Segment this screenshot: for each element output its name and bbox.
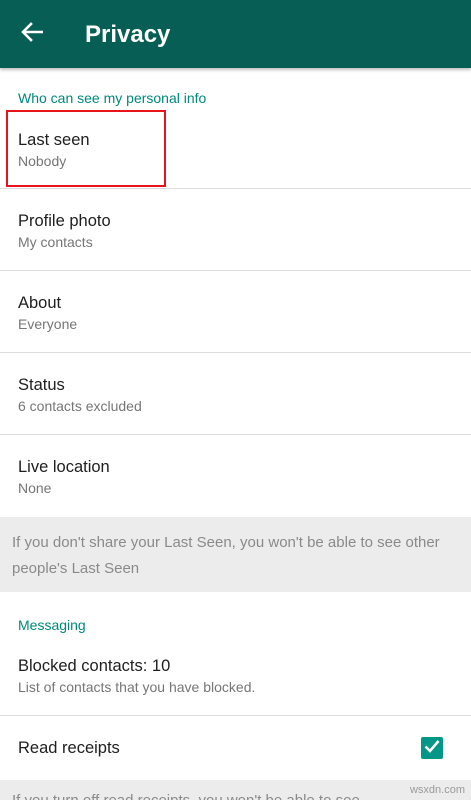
setting-label: Status — [18, 376, 65, 394]
last-seen-info-note: If you don't share your Last Seen, you w… — [0, 517, 471, 592]
arrow-left-icon — [21, 21, 44, 47]
section-header-personal-info: Who can see my personal info — [18, 90, 207, 106]
setting-label: Live location — [18, 458, 110, 476]
setting-label: Profile photo — [18, 212, 111, 230]
setting-label: Read receipts — [18, 739, 120, 757]
checkmark-icon — [424, 739, 440, 758]
setting-value: None — [18, 480, 52, 496]
setting-label: Blocked contacts: 10 — [18, 657, 171, 675]
watermark: wsxdn.com — [409, 784, 465, 796]
back-button[interactable] — [12, 14, 52, 54]
setting-status[interactable]: Status 6 contacts excluded — [0, 353, 471, 434]
setting-value: Everyone — [18, 316, 78, 332]
page-title: Privacy — [85, 21, 171, 48]
info-note-text: If you don't share your Last Seen, you w… — [12, 534, 440, 577]
setting-blocked-contacts[interactable]: Blocked contacts: 10 List of contacts th… — [0, 636, 471, 715]
setting-read-receipts[interactable]: Read receipts — [0, 716, 471, 780]
setting-live-location[interactable]: Live location None — [0, 435, 471, 517]
setting-about[interactable]: About Everyone — [0, 271, 471, 352]
setting-label: About — [18, 294, 62, 312]
section-header-messaging: Messaging — [18, 617, 86, 633]
setting-value: 6 contacts excluded — [18, 398, 142, 414]
read-receipts-note-text: If you turn off read receipts, you won't… — [12, 791, 360, 800]
app-bar: Privacy — [0, 0, 471, 68]
setting-value: My contacts — [18, 234, 93, 250]
setting-profile-photo[interactable]: Profile photo My contacts — [0, 189, 471, 270]
read-receipts-note: If you turn off read receipts, you won't… — [0, 780, 471, 800]
setting-description: List of contacts that you have blocked. — [18, 679, 256, 695]
highlight-box — [6, 110, 166, 187]
read-receipts-checkbox[interactable] — [421, 737, 443, 759]
